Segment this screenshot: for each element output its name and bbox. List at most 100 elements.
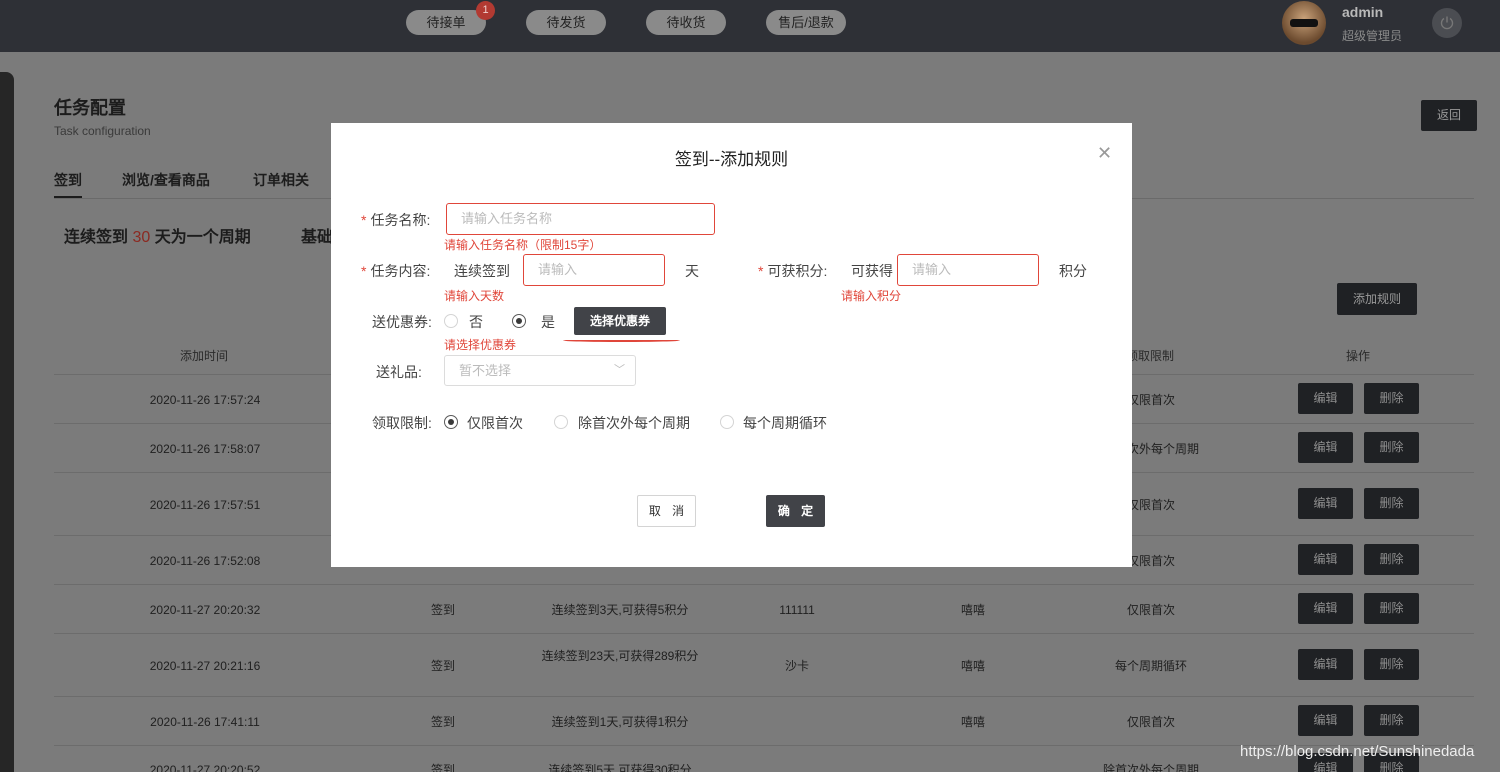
cell-gift: 嘻嘻	[960, 715, 985, 729]
confirm-button[interactable]: 确 定	[766, 495, 825, 527]
limit-first-only-radio[interactable]	[444, 415, 458, 429]
edit-button[interactable]: 编辑	[1298, 432, 1353, 463]
coupon-yes-label[interactable]: 是	[541, 312, 555, 332]
row-divider	[54, 696, 1474, 697]
tab-order-related[interactable]: 订单相关	[253, 170, 309, 190]
edit-button[interactable]: 编辑	[1298, 593, 1353, 624]
cell-type: 签到	[430, 763, 455, 772]
cell-limit: 除首次外每个周期	[1102, 763, 1199, 772]
pending-receive-button[interactable]: 待收货	[646, 10, 726, 35]
edit-button[interactable]: 编辑	[1298, 488, 1353, 519]
select-coupon-button[interactable]: 选择优惠券	[574, 307, 666, 335]
task-name-label: * 任务名称:	[361, 210, 430, 230]
cell-time: 2020-11-26 17:57:51	[149, 498, 261, 512]
delete-button[interactable]: 删除	[1364, 544, 1419, 575]
row-divider	[54, 584, 1474, 585]
task-name-input[interactable]: 请输入任务名称	[446, 203, 715, 235]
close-icon[interactable]: ✕	[1097, 143, 1112, 164]
limit-every-cycle-radio[interactable]	[720, 415, 734, 429]
delete-button[interactable]: 删除	[1364, 383, 1419, 414]
cell-time: 2020-11-26 17:58:07	[149, 442, 261, 456]
tab-sign-in[interactable]: 签到	[54, 170, 82, 190]
cell-time: 2020-11-27 20:21:16	[149, 659, 261, 673]
days-error: 请输入天数	[444, 289, 505, 303]
red-underline-annotation	[563, 339, 680, 342]
row-divider	[54, 633, 1474, 634]
chevron-down-icon: ﹀	[614, 364, 625, 376]
delete-button[interactable]: 删除	[1364, 705, 1419, 736]
cell-content: 连续签到5天,可获得30积分	[548, 763, 692, 772]
limit-every-cycle-label[interactable]: 每个周期循环	[743, 413, 827, 433]
top-nav-bar: 待接单 1 待发货 待收货 售后/退款 admin 超级管理员	[0, 0, 1500, 52]
delete-button[interactable]: 删除	[1364, 488, 1419, 519]
points-unit: 积分	[1059, 263, 1087, 279]
cell-limit: 仅限首次	[1126, 603, 1175, 617]
limit-first-only-label[interactable]: 仅限首次	[467, 413, 523, 433]
header-limit: 领取限制	[1126, 349, 1175, 363]
cell-coupon: 沙卡	[784, 659, 809, 673]
header-operations: 操作	[1346, 349, 1371, 363]
cell-time: 2020-11-27 20:20:32	[149, 603, 261, 617]
required-mark: *	[361, 212, 367, 228]
task-name-error: 请输入任务名称（限制15字）	[444, 238, 602, 252]
claim-limit-label: 领取限制:	[372, 415, 432, 431]
gift-select[interactable]: 暂不选择 ﹀	[444, 355, 636, 386]
edit-button[interactable]: 编辑	[1298, 544, 1353, 575]
add-rule-button[interactable]: 添加规则	[1337, 283, 1417, 315]
pending-accept-label: 待接单	[426, 15, 466, 30]
pending-ship-button[interactable]: 待发货	[526, 10, 606, 35]
cell-gift: 嘻嘻	[960, 603, 985, 617]
delete-button[interactable]: 删除	[1364, 593, 1419, 624]
task-content-label-text: 任务内容:	[370, 263, 431, 279]
cell-coupon: 111111	[779, 603, 815, 617]
cancel-button[interactable]: 取 消	[637, 495, 696, 527]
coupon-yes-radio[interactable]	[512, 314, 526, 328]
points-error: 请输入积分	[841, 289, 902, 303]
avatar[interactable]	[1282, 1, 1326, 45]
days-unit: 天	[685, 263, 699, 279]
header-add-time: 添加时间	[180, 349, 229, 363]
points-input[interactable]: 请输入	[897, 254, 1039, 286]
edit-button[interactable]: 编辑	[1298, 705, 1353, 736]
delete-button[interactable]: 删除	[1364, 649, 1419, 680]
cell-time: 2020-11-26 17:41:11	[150, 715, 260, 729]
coupon-no-label[interactable]: 否	[469, 312, 483, 332]
coupon-label: 送优惠券:	[372, 314, 432, 330]
cell-content: 连续签到1天,可获得1积分	[551, 715, 689, 729]
after-sale-button[interactable]: 售后/退款	[766, 10, 846, 35]
points-label-text: 可获积分:	[767, 263, 828, 279]
cell-limit: 仅限首次	[1126, 715, 1175, 729]
cell-time: 2020-11-27 20:20:52	[149, 763, 261, 772]
limit-except-first-label[interactable]: 除首次外每个周期	[578, 413, 690, 433]
task-content-label: * 任务内容:	[361, 261, 430, 281]
gift-label: 送礼品:	[376, 364, 422, 380]
add-rule-dialog: 签到--添加规则 ✕ * 任务名称: 请输入任务名称 请输入任务名称（限制15字）…	[331, 123, 1132, 567]
required-mark: *	[758, 263, 764, 279]
dialog-title: 签到--添加规则	[674, 150, 789, 169]
task-name-label-text: 任务名称:	[370, 212, 431, 228]
cell-content: 连续签到23天,可获得289积分	[541, 649, 699, 663]
cell-time: 2020-11-26 17:52:08	[149, 554, 261, 568]
coupon-no-radio[interactable]	[444, 314, 458, 328]
cycle-suffix: 天为一个周期	[154, 229, 251, 246]
limit-except-first-radio[interactable]	[554, 415, 568, 429]
pending-count-badge: 1	[476, 1, 495, 20]
required-mark: *	[361, 263, 367, 279]
tab-browse-products[interactable]: 浏览/查看商品	[122, 170, 210, 190]
user-role: 超级管理员	[1342, 29, 1403, 43]
delete-button[interactable]: 删除	[1364, 432, 1419, 463]
edit-button[interactable]: 编辑	[1298, 649, 1353, 680]
cell-limit: 每个周期循环	[1114, 659, 1187, 673]
cycle-description: 连续签到 30 天为一个周期	[64, 223, 251, 247]
edit-button[interactable]: 编辑	[1298, 383, 1353, 414]
cell-content: 连续签到3天,可获得5积分	[551, 603, 689, 617]
cell-time: 2020-11-26 17:57:24	[149, 393, 261, 407]
power-icon[interactable]	[1432, 8, 1462, 38]
days-input[interactable]: 请输入	[523, 254, 665, 286]
gift-select-value: 暂不选择	[459, 363, 512, 378]
pending-accept-button[interactable]: 待接单 1	[406, 1, 495, 35]
back-button[interactable]: 返回	[1421, 100, 1477, 131]
cell-gift: 嘻嘻	[960, 659, 985, 673]
basic-label: 基础	[301, 229, 334, 246]
coupon-error: 请选择优惠券	[444, 338, 517, 352]
